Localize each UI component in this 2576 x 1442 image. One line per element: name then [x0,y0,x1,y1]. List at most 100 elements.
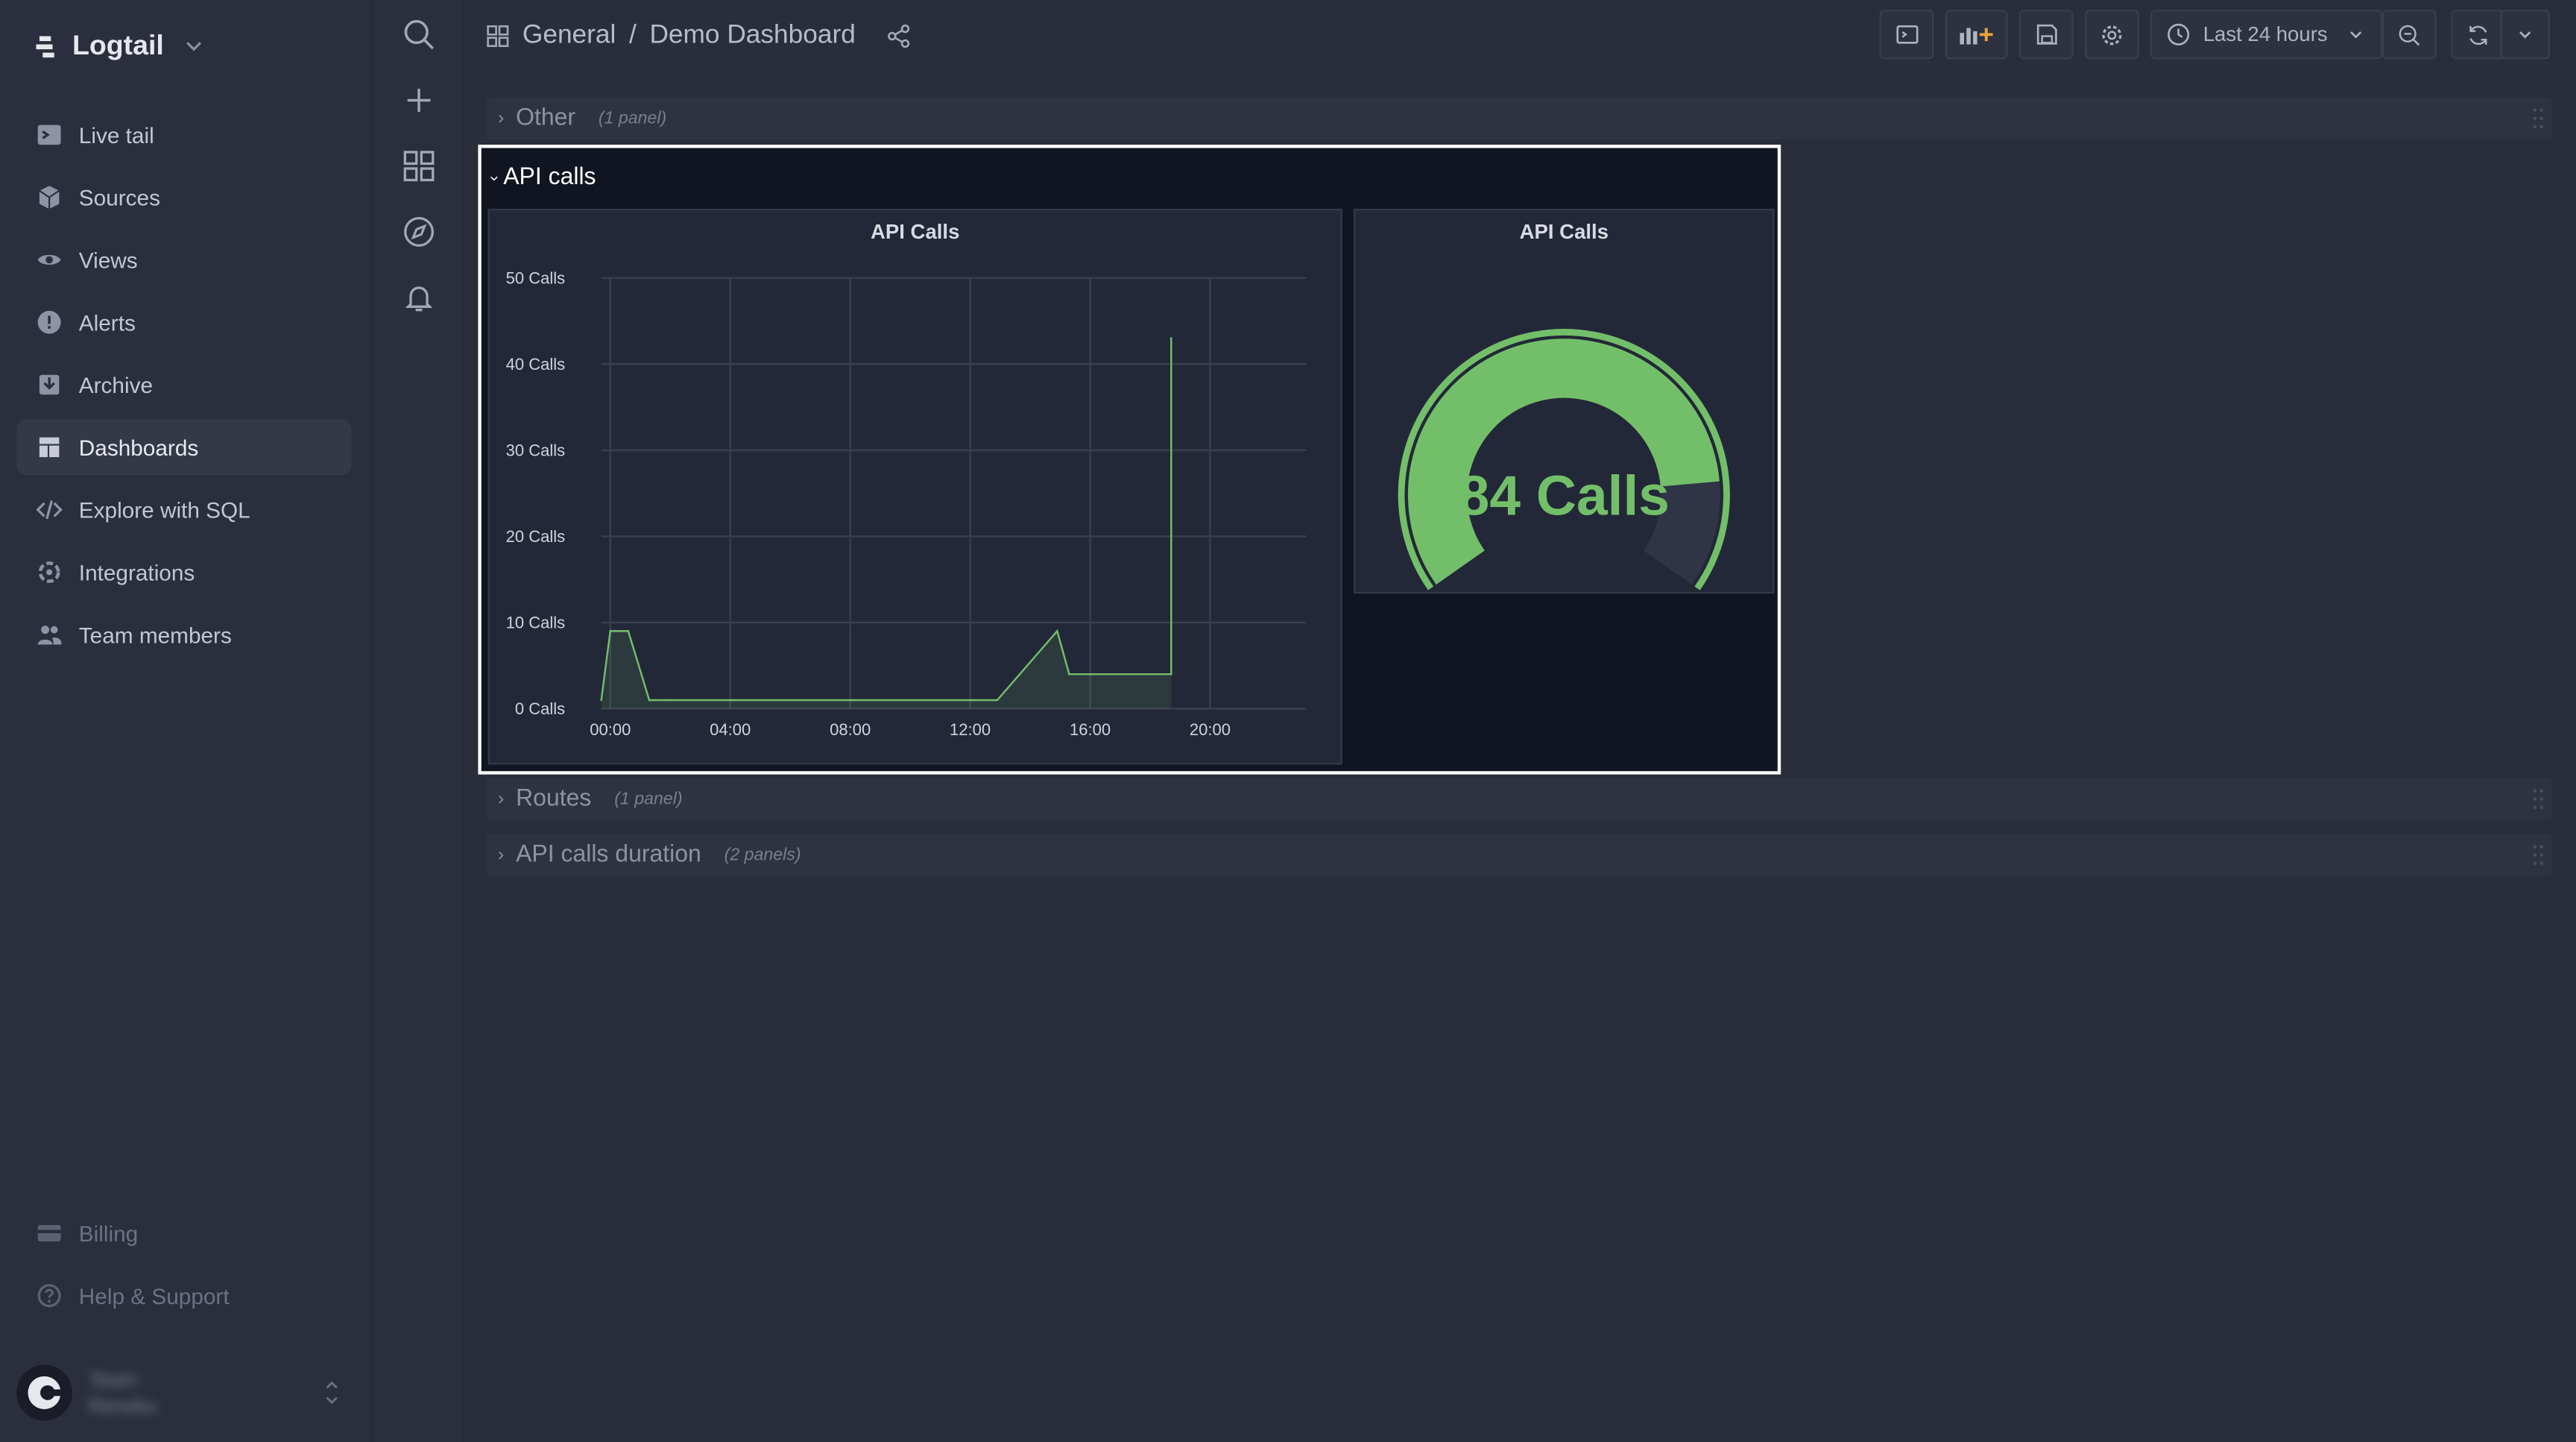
help-icon [37,1284,61,1308]
drag-handle-icon[interactable] [2532,107,2545,130]
row-panel-count: (1 panel) [614,789,683,810]
data-point [669,699,672,702]
chevron-right-icon: › [498,789,505,810]
team-label: Team [89,1367,137,1391]
sidebar-item-views[interactable]: Views [16,232,352,288]
chevron-down-icon: › [484,174,503,180]
sidebar-item-label: Help & Support [78,1283,230,1309]
sidebar-item-explore-sql[interactable]: Explore with SQL [16,482,352,538]
row-title: Other [516,105,576,132]
add-panel-button[interactable] [1945,10,2008,60]
sidebar-item-label: Live tail [78,122,154,148]
row-api-calls: › API calls API Calls 0 Calls 10 Calls 20 … [478,145,1781,775]
refresh-icon [2469,25,2487,45]
sidebar-item-help[interactable]: Help & Support [16,1268,352,1323]
chevron-up-down-icon[interactable] [323,1378,340,1408]
time-range-label: Last 24 hours [2203,22,2328,46]
data-point [969,699,971,702]
sidebar: Logtail Live tail Sources Views Alerts A… [0,0,373,1442]
row-api-calls-duration[interactable]: › API calls duration (2 panels) [486,834,2551,877]
share-icon[interactable] [886,23,912,49]
data-point [609,630,612,632]
y-tick-label: 0 Calls [515,699,565,718]
data-point [648,699,651,702]
data-point [1089,673,1091,676]
alert-icon [37,310,61,334]
zoom-out-button[interactable] [2381,10,2437,60]
search-button[interactable] [401,16,437,53]
sidebar-item-dashboards[interactable]: Dashboards [16,419,352,476]
breadcrumb-folder[interactable]: General [523,22,616,51]
sidebar-item-sources[interactable]: Sources [16,169,352,225]
panel-api-calls-gauge[interactable]: API Calls 84 Calls [1354,209,1775,594]
series-line [600,338,1172,702]
icon-rail [373,0,464,1442]
y-tick-label: 20 Calls [506,527,566,546]
sidebar-item-live-tail[interactable]: Live tail [16,107,352,163]
code-icon [36,500,63,520]
panel-api-calls-timeseries[interactable]: API Calls 0 Calls 10 Calls 20 Calls 30 Call… [487,209,1342,765]
search-icon [404,19,435,50]
sidebar-item-label: Integrations [78,559,195,585]
dashboard-icon [39,437,60,458]
time-range-picker[interactable]: Last 24 hours [2150,10,2382,60]
bell-icon [405,286,433,312]
refresh-interval-button[interactable] [2500,10,2550,60]
row-header[interactable]: › API calls [485,161,596,194]
data-point [849,699,851,702]
settings-button[interactable] [2085,10,2139,60]
app-logo[interactable]: Logtail [33,26,203,66]
sidebar-item-billing[interactable]: Billing [16,1205,352,1261]
chevron-down-icon[interactable] [183,37,203,56]
x-tick-label: 00:00 [590,720,631,739]
drag-handle-icon[interactable] [2532,843,2545,866]
breadcrumb: General / Demo Dashboard [486,16,911,56]
add-panel-icon [1960,28,1993,45]
team-logo-icon [28,1376,63,1409]
gear-icon [2102,25,2122,45]
team-info: Team Renoku [89,1367,157,1420]
timeseries-chart: 0 Calls 10 Calls 20 Calls 30 Calls 40 Calls 5… [506,268,1307,739]
y-tick-label: 30 Calls [506,441,566,460]
code-view-button[interactable] [1879,10,1934,60]
row-other[interactable]: › Other (1 panel) [486,97,2551,140]
data-point [1055,630,1058,632]
refresh-button[interactable] [2451,10,2506,60]
clock-icon [2168,23,2190,45]
grid-icon [487,25,509,48]
sidebar-item-team-members[interactable]: Team members [16,607,352,663]
team-name: Renoku [89,1394,157,1417]
dashboards-button[interactable] [401,148,437,184]
drag-handle-icon[interactable] [2532,787,2545,810]
breadcrumb-dashboard[interactable]: Demo Dashboard [649,22,855,51]
row-panel-count: (1 panel) [598,108,667,129]
team-switcher[interactable]: Team Renoku [16,1358,355,1428]
breadcrumb-separator: / [628,21,637,50]
chart-grid [601,277,1307,710]
terminal-icon [37,125,61,145]
add-button[interactable] [401,82,437,119]
series-area [601,338,1172,709]
sidebar-item-label: Archive [78,372,154,397]
x-tick-label: 20:00 [1190,720,1231,739]
archive-icon [39,374,60,395]
chevron-down-icon [2349,31,2361,39]
y-tick-label: 40 Calls [506,355,566,374]
integrations-icon [38,561,60,583]
sidebar-item-alerts[interactable]: Alerts [16,295,352,350]
sidebar-item-archive[interactable]: Archive [16,357,352,413]
cube-icon [39,186,60,210]
chevron-right-icon: › [498,108,505,129]
sidebar-item-integrations[interactable]: Integrations [16,544,352,600]
alerting-button[interactable] [401,280,437,316]
save-dashboard-button[interactable] [2018,10,2074,60]
data-point [729,699,732,702]
row-routes[interactable]: › Routes (1 panel) [486,778,2551,821]
sidebar-item-label: Views [78,247,138,272]
data-point [627,630,630,632]
explore-button[interactable] [401,214,437,251]
gauge-chart [1398,329,1730,591]
billing-icon [37,1224,61,1242]
sidebar-item-label: Alerts [78,309,136,335]
avatar [16,1364,72,1421]
